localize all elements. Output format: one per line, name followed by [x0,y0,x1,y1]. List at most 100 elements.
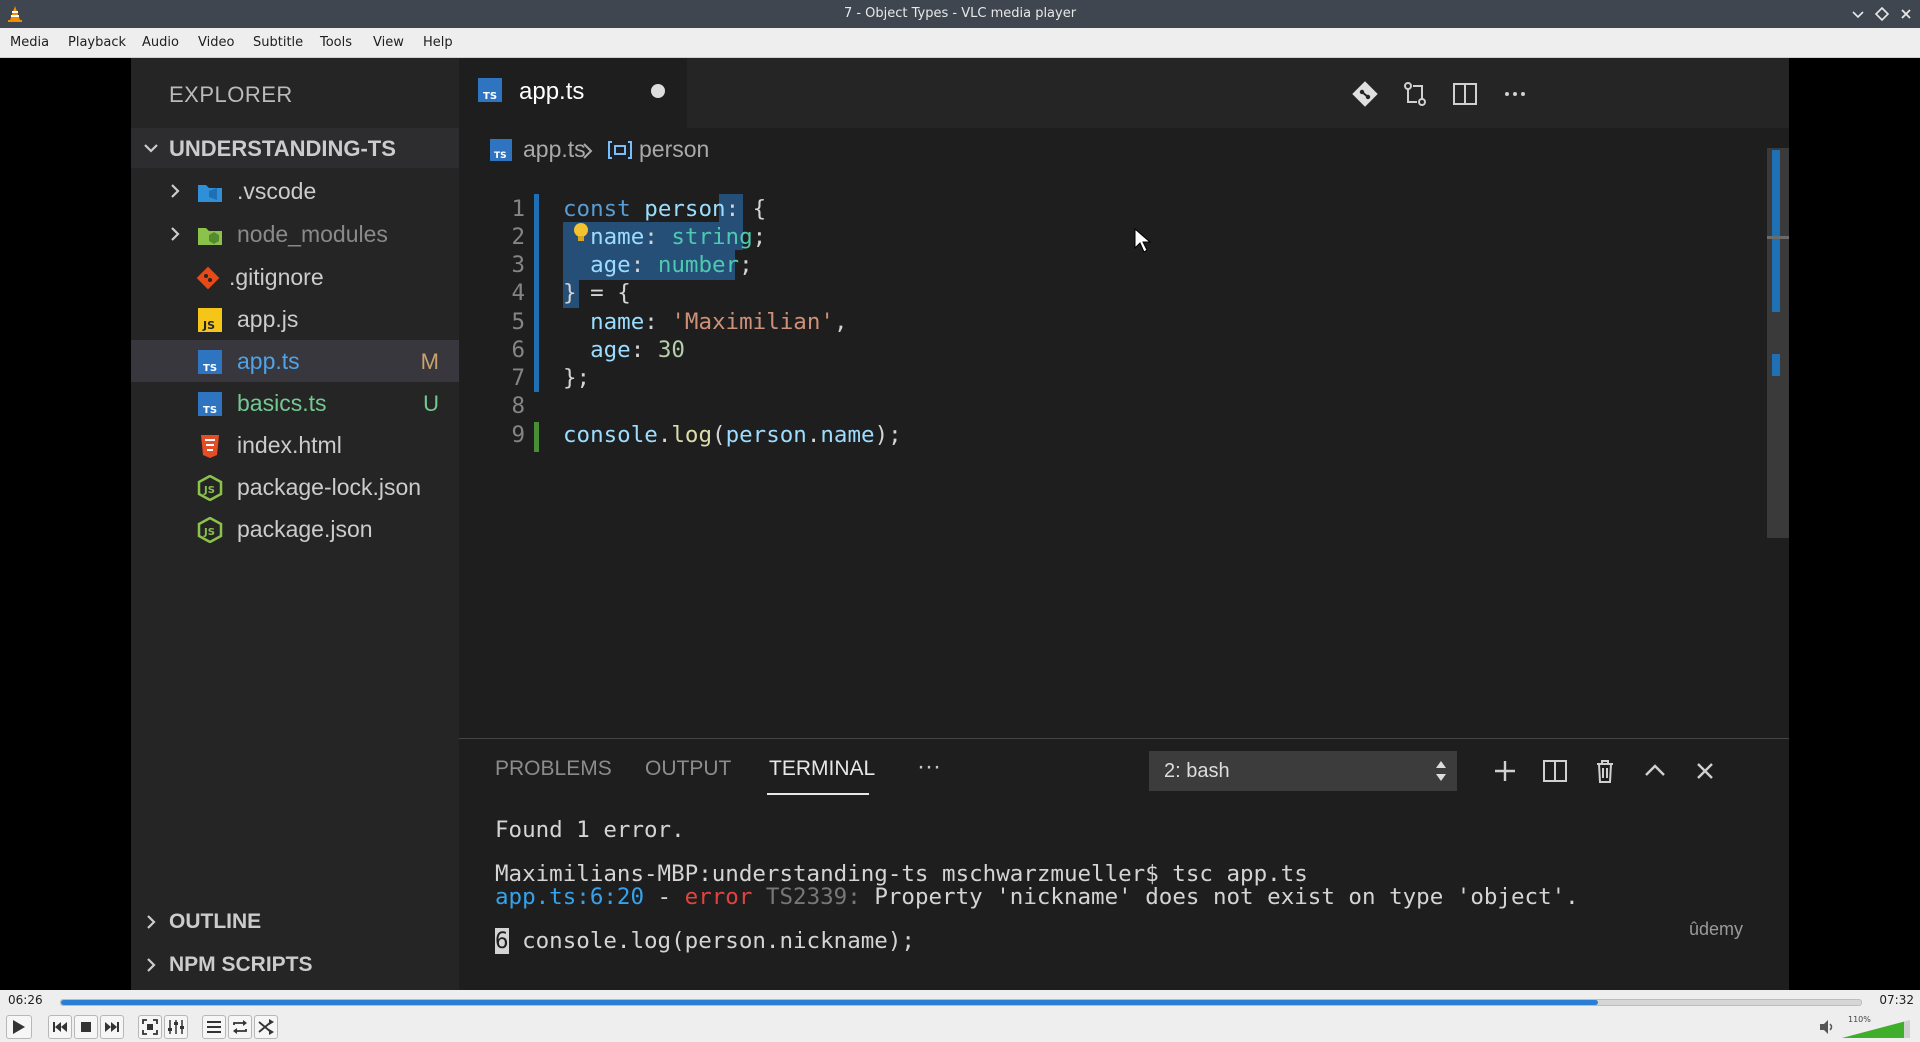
npm-scripts-section: NPM SCRIPTS [131,945,459,985]
chevron-right-icon [171,227,180,241]
explorer-sidebar: EXPLORER UNDERSTANDING-TS .vscode node_m… [131,58,459,990]
file-row: .gitignore [131,256,459,298]
extended-settings-button[interactable] [164,1015,188,1039]
line-number: 9 [511,422,525,448]
chevron-right-icon [147,958,156,972]
window-titlebar: 7 - Object Types - VLC media player [0,0,1920,28]
file-row: TS basics.ts U [131,382,459,424]
svg-text:TS: TS [483,91,497,102]
seek-slider[interactable] [60,999,1862,1006]
close-panel-icon[interactable] [1689,755,1721,787]
terminal-select-value: 2: bash [1164,760,1230,782]
node-json-icon: JS [197,475,223,501]
code-line: console.log(person.name); [563,422,902,448]
split-terminal-icon[interactable] [1539,755,1571,787]
code-area[interactable]: 1 2 3 4 5 6 7 8 9 const person: { name: … [459,138,1759,738]
menu-subtitle[interactable]: Subtitle [253,35,303,50]
html-file-icon [201,435,219,458]
next-button[interactable] [100,1015,124,1039]
play-icon [13,1020,25,1034]
previous-button[interactable] [48,1015,72,1039]
minimize-icon[interactable] [1848,4,1868,24]
project-name: UNDERSTANDING-TS [169,136,396,161]
file-name: basics.ts [237,390,327,416]
line-number: 1 [511,196,525,222]
loop-button[interactable] [228,1015,252,1039]
menu-playback[interactable]: Playback [68,35,126,50]
outline-section: OUTLINE [131,902,459,942]
fullscreen-icon [142,1019,158,1035]
tab-label: app.ts [519,78,585,105]
git-modified-gutter [534,194,539,392]
code-line: }; [563,365,591,391]
chevron-down-icon [144,144,158,153]
panel-more-icon[interactable]: ··· [917,753,941,781]
play-button[interactable] [6,1015,32,1039]
menu-help[interactable]: Help [423,35,453,50]
code-line: } = { [563,280,631,306]
active-tab-indicator [767,793,869,795]
line-number: 2 [511,224,525,250]
trash-icon[interactable] [1589,755,1621,787]
git-compare-icon [1352,81,1378,107]
line-number: 6 [511,337,525,363]
error-dash: - [644,884,685,910]
close-icon[interactable] [1896,4,1916,24]
shuffle-button[interactable] [254,1015,278,1039]
chevron-up-icon[interactable] [1639,755,1671,787]
player-controls: 06:26 07:32 110% [0,990,1920,1042]
line-number: 4 [511,280,525,306]
menu-audio[interactable]: Audio [142,35,179,50]
svg-text:JS: JS [203,527,215,538]
next-icon [105,1022,119,1032]
plus-icon[interactable] [1489,755,1521,787]
file-row: JS package.json [131,508,459,550]
fullscreen-button[interactable] [138,1015,162,1039]
ts-file-icon: TS [478,78,502,102]
line-number: 5 [511,309,525,335]
git-status-badge: M [420,349,439,374]
file-row: JS app.js [131,298,459,340]
file-name: .vscode [237,178,317,204]
playlist-button[interactable] [202,1015,226,1039]
file-name: index.html [237,432,342,458]
menu-video[interactable]: Video [198,35,234,50]
stop-button[interactable] [74,1015,98,1039]
terminal-select[interactable]: 2: bash [1149,751,1457,791]
file-name: package-lock.json [237,474,422,500]
file-name: .gitignore [229,264,324,290]
tab-output[interactable]: OUTPUT [645,757,731,781]
file-name: app.js [237,306,299,332]
window-title: 7 - Object Types - VLC media player [843,6,1077,21]
svg-text:JS: JS [202,319,215,332]
video-surface[interactable]: EXPLORER UNDERSTANDING-TS .vscode node_m… [0,58,1920,990]
node-json-icon: JS [197,517,223,543]
file-row: node_modules [131,213,459,255]
folder-node-icon [198,228,222,245]
source-line-number: 6 [495,928,509,954]
maximize-icon[interactable] [1872,4,1892,24]
scrollbar-change-marker [1772,150,1780,312]
code-line: const person: { [563,196,767,222]
ts-file-icon: TS [198,350,222,374]
svg-text:JS: JS [203,485,215,496]
tab-problems[interactable]: PROBLEMS [495,757,612,781]
error-location: app.ts:6:20 [495,884,645,910]
unsaved-dot-icon [651,84,665,98]
shuffle-icon [258,1019,274,1035]
vscode-window: EXPLORER UNDERSTANDING-TS .vscode node_m… [131,58,1789,990]
js-file-icon: JS [198,308,222,332]
file-row: .vscode [131,170,459,212]
menu-tools[interactable]: Tools [320,35,352,50]
speaker-icon[interactable] [1818,1018,1836,1036]
tab-terminal[interactable]: TERMINAL [769,757,875,781]
chevron-right-icon [147,915,156,929]
code-line: name: string; [590,224,767,250]
section-label: NPM SCRIPTS [169,953,313,976]
folder-vscode-icon [198,185,222,202]
menu-media[interactable]: Media [10,35,49,50]
menu-view[interactable]: View [373,35,404,50]
lightbulb-icon[interactable] [573,222,589,244]
seek-progress [61,1000,1599,1005]
file-row-selected: TS app.ts M [131,340,459,382]
